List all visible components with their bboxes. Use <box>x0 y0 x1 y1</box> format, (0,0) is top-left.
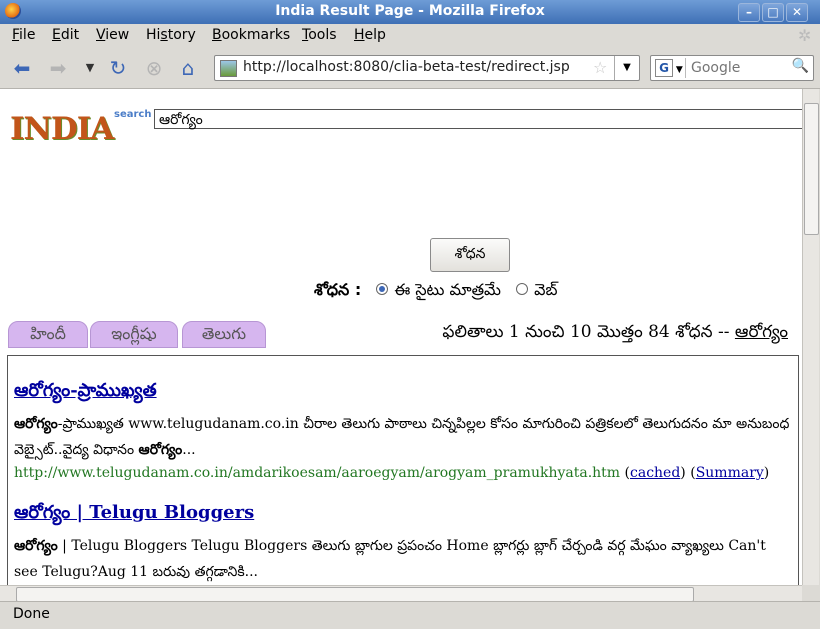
bookmark-star-icon[interactable]: ☆ <box>593 58 607 77</box>
throbber-icon: ✲ <box>798 26 812 45</box>
horizontal-scroll-thumb[interactable] <box>16 587 694 602</box>
search-engine-selector[interactable]: G ▼ <box>653 58 686 78</box>
menu-bookmarks[interactable]: Bookmarks <box>212 27 290 43</box>
summary-link[interactable]: Summary <box>696 465 764 481</box>
search-button[interactable]: శోధన <box>430 238 510 272</box>
status-bar: Done <box>0 601 820 629</box>
tab-telugu[interactable]: తెలుగు <box>182 321 266 348</box>
menu-file[interactable]: File <box>12 27 35 43</box>
tab-english[interactable]: ఇంగ్లీషు <box>90 321 178 348</box>
close-button[interactable]: ✕ <box>786 3 808 22</box>
minimize-button[interactable]: – <box>738 3 760 22</box>
cached-link[interactable]: cached <box>630 465 680 481</box>
query-input[interactable]: ఆరోగ్యం <box>154 109 802 129</box>
result-query-link[interactable]: ఆరోగ్యం <box>735 322 788 342</box>
tab-hindi[interactable]: హిందీ <box>8 321 88 348</box>
menu-bar: File Edit View History Bookmarks Tools H… <box>0 24 820 48</box>
vertical-scroll-thumb[interactable] <box>804 103 819 235</box>
url-text[interactable]: http://localhost:8080/clia-beta-test/red… <box>243 59 570 75</box>
window-title: India Result Page - Mozilla Firefox <box>275 3 545 19</box>
back-arrow-icon[interactable]: ⬅ <box>10 56 34 80</box>
result-title-link[interactable]: ఆరోగ్యం-ప్రాముఖ్యత <box>14 380 794 405</box>
page-content: INDIA search ఆరోగ్యం శోధన శోధన : ఈ సైటు … <box>0 89 802 585</box>
result-title-link[interactable]: ఆరోగ్యం | Telugu Bloggers <box>14 502 794 527</box>
maximize-button[interactable]: □ <box>762 3 784 22</box>
india-search-logo[interactable]: INDIA search <box>10 109 151 147</box>
menu-help[interactable]: Help <box>354 27 386 43</box>
result-snippet: ఆరోగ్యం | Telugu Bloggers Telugu Blogger… <box>14 538 766 580</box>
url-dropdown-icon[interactable]: ▼ <box>614 56 639 80</box>
site-favicon-icon <box>220 60 237 77</box>
result-item: ఆరోగ్యం-ప్రాముఖ్యత ఆరోగ్యం-ప్రాముఖ్యత ww… <box>14 380 794 481</box>
google-icon: G <box>655 59 673 77</box>
home-icon[interactable]: ⌂ <box>176 56 200 80</box>
search-scope: శోధన : ఈ సైటు మాత్రమే వెబ్ <box>314 280 557 303</box>
result-item: ఆరోగ్యం | Telugu Bloggers ఆరోగ్యం | Telu… <box>14 502 794 585</box>
menu-history[interactable]: History <box>146 27 196 43</box>
web-search-input[interactable] <box>689 58 793 78</box>
horizontal-scrollbar[interactable] <box>0 585 802 602</box>
menu-edit[interactable]: Edit <box>52 27 79 43</box>
scope-site-radio[interactable] <box>376 283 389 295</box>
results-panel: ఆరోగ్యం-ప్రాముఖ్యత ఆరోగ్యం-ప్రాముఖ్యత ww… <box>7 355 799 585</box>
reload-icon[interactable]: ↻ <box>106 56 130 80</box>
status-text: Done <box>13 606 50 622</box>
scope-label: శోధన : <box>314 280 362 299</box>
result-count: ఫలితాలు 1 నుంచి 10 మొత్తం 84 శోధన -- ఆరో… <box>442 322 788 342</box>
menu-view[interactable]: View <box>96 27 129 43</box>
vertical-scrollbar[interactable] <box>802 89 819 585</box>
search-icon[interactable]: 🔍 <box>792 58 809 74</box>
menu-tools[interactable]: Tools <box>302 27 337 43</box>
stop-icon[interactable]: ⊗ <box>142 56 166 80</box>
window-titlebar: India Result Page - Mozilla Firefox – □ … <box>0 0 820 24</box>
scope-site-label: ఈ సైటు మాత్రమే <box>394 280 501 299</box>
scope-web-label: వెబ్ <box>534 280 558 299</box>
url-bar[interactable]: http://localhost:8080/clia-beta-test/red… <box>214 55 640 81</box>
result-snippet: ఆరోగ్యం-ప్రాముఖ్యత www.telugudanam.co.in… <box>14 416 790 458</box>
scope-web-radio[interactable] <box>516 283 529 295</box>
web-search-bar[interactable]: G ▼ 🔍 <box>650 55 814 81</box>
scrollbar-corner <box>802 585 820 601</box>
history-dropdown-icon[interactable]: ▼ <box>78 56 102 80</box>
forward-arrow-icon[interactable]: ➡ <box>46 56 70 80</box>
result-url: http://www.telugudanam.co.in/amdarikoesa… <box>14 465 770 481</box>
